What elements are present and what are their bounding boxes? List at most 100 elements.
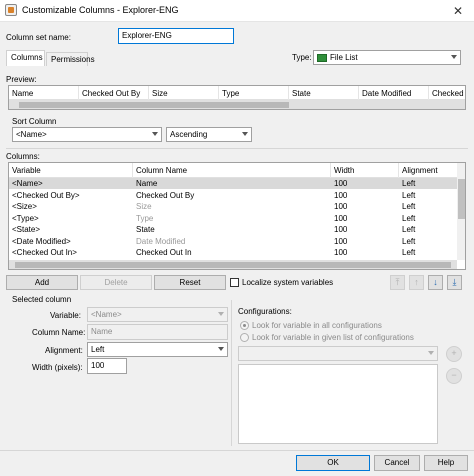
sort-column-dropdown[interactable]: <Name> [12,127,162,142]
cell-alignment: Left [402,225,416,234]
cell-width: 100 [334,248,348,257]
configurations-dropdown[interactable] [238,346,438,361]
cell-width: 100 [334,190,348,200]
alignment-dropdown[interactable]: Left [87,342,228,357]
preview-header: Name Checked Out By Size Type State Date… [9,86,465,100]
radio-list-configurations-label: Look for variable in given list of confi… [252,333,414,342]
table-row[interactable]: <Checked Out In> Checked Out In 100 Left [9,247,457,258]
radio-all-configurations-label: Look for variable in all configurations [252,321,382,330]
radio-list-configurations[interactable] [240,333,249,342]
move-down-icon[interactable]: ↓ [428,275,443,290]
cell-column-name: Size [136,202,152,211]
table-row[interactable]: <State> State 100 Left [9,224,457,235]
columns-header-variable[interactable]: Variable [9,163,133,178]
cell-width: 100 [334,179,348,188]
title-bar: Customizable Columns - Explorer-ENG ✕ [0,0,474,22]
columns-header-width[interactable]: Width [331,163,399,178]
move-bottom-icon[interactable]: ⤓ [447,275,462,290]
column-name-label: Column Name: [32,328,86,337]
cell-alignment: Left [402,190,416,200]
tab-columns[interactable]: Columns [6,50,45,66]
tab-permissions[interactable]: Permissions [46,52,95,66]
configurations-label: Configurations: [238,307,292,316]
columns-label: Columns: [6,152,40,161]
table-row[interactable]: <Date Modified> Date Modified 100 Left [9,236,457,247]
preview-header-cell[interactable]: Type [219,86,289,100]
remove-configuration-icon[interactable]: − [446,368,462,384]
preview-header-cell[interactable]: Size [149,86,219,100]
cell-alignment: Left [402,213,416,223]
radio-all-configurations[interactable] [240,321,249,330]
cell-alignment: Left [402,236,416,246]
table-row[interactable]: <Size> Size 100 Left [9,201,457,212]
cell-alignment: Left [402,248,416,257]
columns-header-column-name[interactable]: Column Name [133,163,331,178]
preview-label: Preview: [6,75,37,84]
column-set-name-input[interactable]: Explorer-ENG [118,28,234,44]
cell-width: 100 [334,213,348,223]
add-button[interactable]: Add [6,275,78,290]
cell-variable: <State> [12,225,41,234]
table-row[interactable]: <Name> Name 100 Left [9,178,457,189]
scroll-thumb[interactable] [458,179,465,219]
cell-variable: <Size> [12,202,37,211]
alignment-value: Left [91,345,105,354]
add-configuration-icon[interactable]: + [446,346,462,362]
columns-header-alignment[interactable]: Alignment [399,163,459,178]
scroll-thumb[interactable] [15,262,451,268]
cell-column-name: Type [136,213,154,223]
columns-hscrollbar[interactable] [9,260,457,269]
window-title: Customizable Columns - Explorer-ENG [22,5,179,15]
column-set-label: Column set name: [6,33,71,42]
type-dropdown[interactable]: File List [313,50,461,65]
scroll-thumb[interactable] [19,102,289,108]
sort-column-value: <Name> [16,130,47,139]
cell-width: 100 [334,236,348,246]
cell-alignment: Left [402,202,416,211]
sort-order-dropdown[interactable]: Ascending [166,127,252,142]
cell-variable: <Checked Out By> [12,190,80,200]
ok-button[interactable]: OK [296,455,370,471]
cell-variable: <Name> [12,179,43,188]
width-input[interactable]: 100 [87,358,127,374]
preview-header-cell[interactable]: Date Modified [359,86,429,100]
preview-header-cell[interactable]: Checked Out By [79,86,149,100]
move-up-icon[interactable]: ↑ [409,275,424,290]
cell-variable: <Type> [12,213,39,223]
divider [6,148,468,149]
type-value: File List [330,53,358,62]
preview-hscrollbar[interactable] [9,100,465,109]
move-top-icon[interactable]: ⤒ [390,275,405,290]
columns-header: Variable Column Name Width Alignment [9,163,459,178]
cell-column-name: Checked Out By [136,190,195,200]
reset-button[interactable]: Reset [154,275,226,290]
table-row[interactable]: <Checked Out By> Checked Out By 100 Left [9,190,457,201]
columns-vscrollbar[interactable] [457,163,465,260]
cell-width: 100 [334,225,348,234]
file-list-icon [317,54,327,62]
cancel-button[interactable]: Cancel [374,455,420,471]
app-icon [5,4,17,16]
configurations-list[interactable] [238,364,438,444]
type-label: Type: [292,53,312,62]
width-label: Width (pixels): [32,363,83,372]
chevron-down-icon [451,55,457,59]
delete-button[interactable]: Delete [80,275,152,290]
localize-checkbox[interactable] [230,278,239,287]
chevron-down-icon [242,132,248,136]
sort-order-value: Ascending [170,130,208,139]
table-row[interactable]: <Type> Type 100 Left [9,213,457,224]
close-icon[interactable]: ✕ [446,2,470,20]
cell-variable: <Checked Out In> [12,248,77,257]
footer-divider [0,450,474,451]
preview-header-cell[interactable]: Name [9,86,79,100]
column-name-input[interactable]: Name [87,324,228,340]
sort-column-label: Sort Column [12,117,57,126]
preview-header-cell[interactable]: State [289,86,359,100]
alignment-label: Alignment: [45,346,83,355]
cell-column-name: Checked Out In [136,248,192,257]
variable-dropdown[interactable]: <Name> [87,307,228,322]
columns-rows: <Name> Name 100 Left <Checked Out By> Checked… [9,178,457,260]
help-button[interactable]: Help [424,455,468,471]
preview-header-cell[interactable]: Checked Ou [429,86,465,100]
